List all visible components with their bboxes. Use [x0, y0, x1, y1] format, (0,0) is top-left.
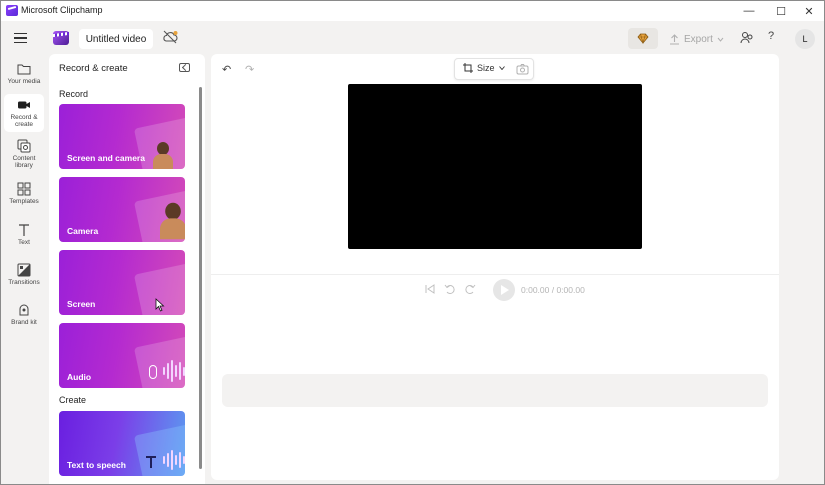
- record-section-heading: Record: [59, 89, 89, 99]
- microphone-icon: [149, 365, 157, 379]
- audio-card[interactable]: Audio: [59, 323, 185, 388]
- export-button[interactable]: Export: [669, 29, 729, 49]
- brand-kit-icon: [19, 304, 29, 316]
- play-button[interactable]: [493, 279, 515, 301]
- person-thumbnail: [152, 142, 174, 169]
- chevron-down-icon: [717, 37, 724, 42]
- card-label: Screen: [67, 299, 96, 309]
- content-library-icon: [17, 139, 31, 153]
- card-label: Text to speech: [67, 460, 126, 470]
- rail-item-label: Record & create: [10, 114, 38, 128]
- rail-item-label: Content library: [12, 155, 36, 169]
- window-title: Microsoft Clipchamp: [21, 5, 103, 15]
- upload-icon: [670, 33, 679, 45]
- rail-item-label: Text: [18, 239, 30, 246]
- rail-item-label: Your media: [7, 78, 41, 85]
- timeline-track[interactable]: [222, 374, 768, 407]
- app-header: Untitled video Export ? L: [1, 21, 824, 54]
- close-button[interactable]: ✕: [792, 1, 824, 21]
- size-label: Size: [477, 63, 495, 73]
- forward-5s-icon[interactable]: [464, 283, 476, 295]
- size-button[interactable]: Size: [463, 63, 505, 73]
- clipchamp-app-icon: [6, 5, 18, 16]
- audio-wave-icon: [163, 449, 185, 471]
- export-label: Export: [684, 33, 713, 45]
- text-t-icon: [146, 456, 156, 468]
- rail-item-label: Brand kit: [11, 319, 37, 326]
- editor-main: ↶ ↷ Size 0:00.00 / 0:00.00: [211, 54, 779, 480]
- camera-card[interactable]: Camera: [59, 177, 185, 242]
- cloud-sync-off-icon[interactable]: [162, 30, 178, 44]
- title-bar: Microsoft Clipchamp — ☐ ✕: [1, 1, 824, 21]
- audio-wave-icon: [163, 359, 185, 383]
- premium-gem-button[interactable]: [628, 28, 658, 49]
- record-create-panel: Record & create Record Screen and camera…: [49, 54, 205, 484]
- panel-scrollbar[interactable]: [199, 87, 202, 469]
- mouse-cursor-icon: [155, 298, 165, 312]
- rail-item-content-library[interactable]: Content library: [4, 135, 44, 173]
- hamburger-menu-icon[interactable]: [14, 33, 27, 43]
- rewind-5s-icon[interactable]: [444, 283, 456, 295]
- clipchamp-logo-icon: [53, 31, 69, 45]
- collapse-panel-icon[interactable]: [179, 63, 190, 72]
- time-display: 0:00.00 / 0:00.00: [521, 285, 585, 295]
- camera-icon: [18, 101, 30, 109]
- templates-icon: [17, 182, 31, 196]
- redo-icon[interactable]: ↷: [245, 63, 254, 76]
- minimize-button[interactable]: —: [732, 1, 766, 21]
- skip-back-icon[interactable]: [424, 283, 436, 295]
- gem-icon: [637, 33, 649, 44]
- rail-item-your-media[interactable]: Your media: [4, 58, 44, 96]
- card-label: Audio: [67, 372, 92, 382]
- crop-icon: [463, 63, 473, 73]
- panel-title: Record & create: [59, 63, 128, 74]
- rail-item-label: Templates: [9, 198, 39, 205]
- rail-item-templates[interactable]: Templates: [4, 178, 44, 216]
- screen-and-camera-card[interactable]: Screen and camera: [59, 104, 185, 169]
- snapshot-camera-icon[interactable]: [516, 63, 529, 75]
- rail-item-label: Transitions: [8, 279, 40, 286]
- text-icon: [19, 224, 29, 236]
- preview-toolbar: Size: [454, 58, 534, 80]
- folder-icon: [17, 64, 31, 75]
- card-label: Camera: [67, 226, 99, 236]
- help-icon[interactable]: ?: [768, 30, 774, 42]
- video-preview-canvas: [348, 84, 642, 249]
- screen-card[interactable]: Screen: [59, 250, 185, 315]
- text-to-speech-card[interactable]: Text to speech: [59, 411, 185, 476]
- chevron-down-icon: [498, 66, 505, 70]
- playback-controls: 0:00.00 / 0:00.00: [421, 279, 591, 301]
- transitions-icon: [17, 263, 31, 277]
- rail-item-brand-kit[interactable]: Brand kit: [4, 299, 44, 337]
- rail-item-text[interactable]: Text: [4, 219, 44, 257]
- left-nav-rail: Your media Record & create Content libra…: [1, 54, 47, 484]
- rail-item-transitions[interactable]: Transitions: [4, 259, 44, 297]
- project-title-field[interactable]: Untitled video: [79, 29, 153, 49]
- preview-divider: [211, 274, 779, 275]
- undo-icon[interactable]: ↶: [222, 63, 231, 76]
- app-window: Microsoft Clipchamp — ☐ ✕ Untitled video…: [0, 0, 825, 485]
- card-label: Screen and camera: [67, 153, 145, 163]
- rail-item-record-create[interactable]: Record & create: [4, 94, 44, 132]
- person-thumbnail: [159, 202, 185, 240]
- share-people-icon[interactable]: [740, 31, 754, 45]
- user-avatar[interactable]: L: [795, 29, 815, 49]
- create-section-heading: Create: [59, 395, 87, 405]
